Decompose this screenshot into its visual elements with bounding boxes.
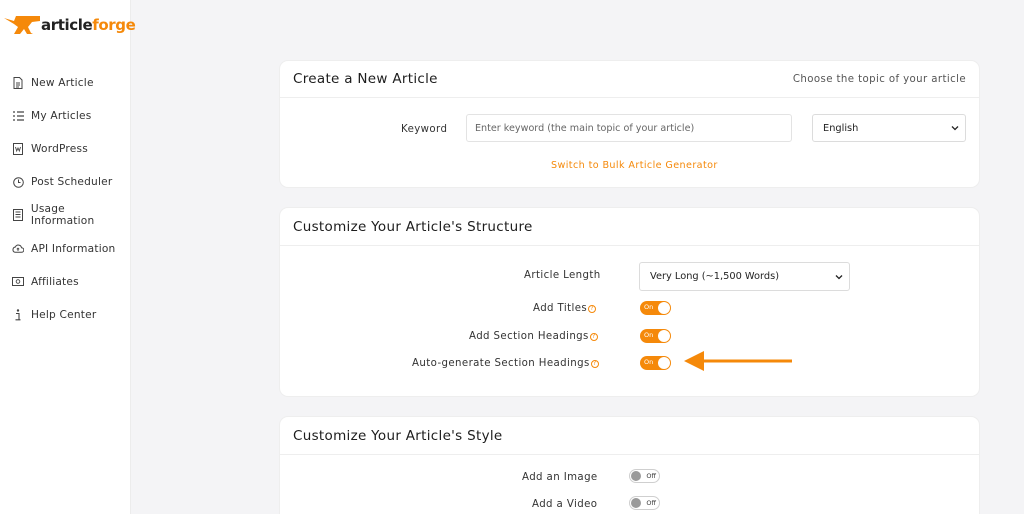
add-titles-text: Add Titles [533,303,588,314]
card-header: Customize Your Article's Style [280,417,979,455]
card-title: Create a New Article [293,71,438,87]
sidebar-item-label: WordPress [31,142,88,155]
document-icon [12,76,24,89]
anvil-logo-icon [4,16,40,34]
toggle-knob [658,302,670,314]
add-image-label: Add an Image [522,472,598,483]
language-select[interactable]: English [812,114,966,142]
help-icon[interactable]: ? [589,333,598,341]
sidebar-item-label: Usage Information [30,203,95,228]
sidebar-item-label: Help Center [31,308,97,321]
help-icon[interactable]: ? [588,305,597,313]
chevron-down-icon [951,124,959,135]
cloud-icon [12,243,24,255]
add-section-headings-label: Add Section Headings? [469,331,598,342]
sidebar-item-wordpress[interactable]: WordPress [0,132,131,165]
card-title: Customize Your Article's Structure [293,218,533,235]
sidebar-item-label: New Article [31,76,94,89]
toggle-knob [631,471,641,481]
arrow-left-icon [684,351,792,371]
sidebar-item-usage-information[interactable]: Usage Information [0,199,131,232]
add-titles-label: Add Titles? [533,303,597,314]
toggle-state: On [644,331,654,339]
add-section-headings-text: Add Section Headings [469,331,589,342]
add-titles-toggle[interactable]: On [640,301,671,315]
auto-generate-headings-label: Auto-generate Section Headings? [412,358,599,369]
sidebar-item-post-scheduler[interactable]: Post Scheduler [0,166,131,199]
receipt-icon [12,209,24,222]
bulk-generator-link[interactable]: Switch to Bulk Article Generator [551,160,718,171]
toggle-state: On [644,303,654,311]
toggle-knob [658,357,670,369]
info-icon [12,309,24,321]
language-value: English [823,122,859,134]
toggle-knob [658,330,670,342]
sidebar-nav: New Article My Articles WordPress Post S… [0,66,131,332]
list-icon [12,110,24,122]
clock-icon [12,176,24,188]
keyword-input[interactable]: Enter keyword (the main topic of your ar… [466,114,792,142]
chevron-down-icon [835,273,843,284]
toggle-knob [631,498,641,508]
card-title: Customize Your Article's Style [293,427,503,444]
sidebar-item-api-information[interactable]: API Information [0,232,131,265]
sidebar-item-label: My Articles [31,109,92,122]
sidebar-item-my-articles[interactable]: My Articles [0,99,131,132]
add-section-headings-toggle[interactable]: On [640,329,671,343]
toggle-state: Off [646,471,656,480]
toggle-state: On [644,358,654,366]
add-video-toggle[interactable]: Off [629,496,660,510]
sidebar-item-new-article[interactable]: New Article [0,66,131,99]
auto-generate-headings-toggle[interactable]: On [640,356,671,370]
keyword-label: Keyword [401,124,448,135]
structure-card: Customize Your Article's Structure [280,208,979,396]
money-icon [12,276,24,288]
auto-generate-headings-text: Auto-generate Section Headings [412,358,590,369]
card-header: Create a New Article Choose the topic of… [280,61,979,98]
sidebar-item-label: API Information [31,242,116,255]
card-header: Customize Your Article's Structure [280,208,979,246]
logo-wordmark: articleforge [41,16,136,34]
article-length-label: Article Length [524,270,601,281]
add-image-toggle[interactable]: Off [629,469,660,483]
sidebar: articleforge New Article My Articles Wor… [0,0,136,514]
sidebar-item-label: Affiliates [31,275,79,288]
article-length-value: Very Long (~1,500 Words) [650,271,780,282]
sidebar-item-affiliates[interactable]: Affiliates [0,265,131,298]
help-icon[interactable]: ? [590,360,599,368]
toggle-state: Off [646,498,656,507]
sidebar-item-help-center[interactable]: Help Center [0,298,131,331]
add-video-label: Add a Video [532,499,598,510]
sidebar-item-label: Post Scheduler [31,176,113,189]
wordpress-icon [12,142,24,155]
logo[interactable]: articleforge [4,12,136,38]
card-subtitle: Choose the topic of your article [792,73,966,85]
article-length-select[interactable]: Very Long (~1,500 Words) [639,262,850,291]
